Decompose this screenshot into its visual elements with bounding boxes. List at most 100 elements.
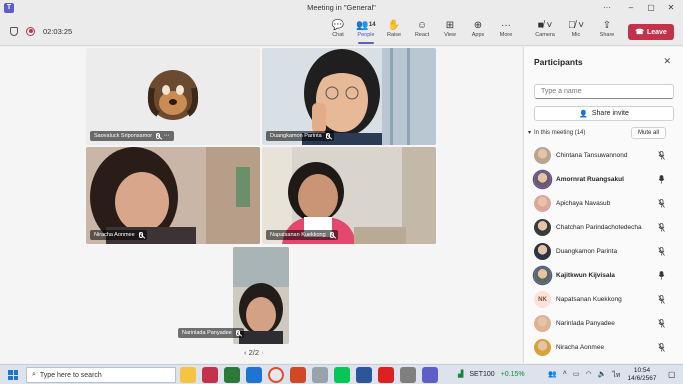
avatar	[534, 195, 551, 212]
mic-off-icon: 🎙̸ ˅	[567, 20, 585, 31]
pagination: ‹ 2/2 ›	[244, 348, 264, 357]
taskbar-search[interactable]: ⌕ Type here to search	[26, 367, 176, 383]
participant-tile[interactable]: Saovaluck Sriponsamor ···	[86, 48, 260, 145]
windows-taskbar: ⌕ Type here to search ▟ SET100 +0.15% 👥 …	[0, 364, 683, 384]
edge-icon[interactable]	[246, 367, 262, 383]
mic-off-icon[interactable]	[658, 151, 665, 160]
participant-row[interactable]: Kajitkwun Kijvisala	[524, 264, 683, 288]
more-icon: ···	[164, 133, 170, 139]
participant-tile[interactable]: Niracha Aonmee	[86, 147, 260, 244]
language-icon[interactable]: ไท	[612, 370, 620, 381]
app-icon[interactable]	[400, 367, 416, 383]
participant-row[interactable]: Apichaya Navasub	[524, 192, 683, 216]
avatar	[534, 339, 551, 356]
leave-button[interactable]: ☎ Leave	[628, 24, 674, 40]
raise-hand-icon: ✋	[387, 20, 401, 31]
view-button[interactable]: ⊞ View	[437, 19, 463, 43]
word-icon[interactable]	[356, 367, 372, 383]
mic-off-icon[interactable]	[658, 247, 665, 256]
close-icon[interactable]: ✕	[663, 56, 671, 67]
notification-icon[interactable]: ▢	[668, 370, 676, 379]
shield-icon[interactable]	[10, 26, 18, 36]
teams-icon[interactable]	[422, 367, 438, 383]
maximize-button[interactable]: ▢	[642, 2, 660, 14]
participant-row[interactable]: Chintana Tansuwannond	[524, 144, 683, 168]
mic-off-icon	[329, 232, 334, 238]
taskbar-apps	[180, 367, 438, 383]
camera-button[interactable]: ■̸ ˅ Camera	[530, 19, 560, 43]
participant-row[interactable]: Narinlada Panyadee	[524, 312, 683, 336]
share-button[interactable]: ⇪ Share	[594, 19, 620, 43]
window-title: Meeting in "General"	[307, 3, 376, 12]
share-invite-button[interactable]: 👤 Share invite	[534, 106, 674, 121]
panel-title: Participants	[534, 57, 583, 67]
apps-icon: ⊕	[473, 20, 483, 31]
wifi-icon[interactable]: ◠	[585, 370, 591, 381]
close-window-button[interactable]: ✕	[662, 2, 680, 14]
mic-off-icon[interactable]	[658, 223, 665, 232]
people-button[interactable]: 👥14 People	[353, 19, 379, 44]
video-stage: Saovaluck Sriponsamor ··· Duangkamon Par…	[0, 47, 522, 363]
participant-row[interactable]: Duangkamon Parinta	[524, 240, 683, 264]
more-options-icon[interactable]: ···	[598, 2, 616, 14]
search-icon: ⌕	[32, 371, 36, 378]
participant-name: Niracha Aonmee	[556, 344, 605, 351]
taskbar-clock[interactable]: 10:54 14/6/2567	[622, 367, 662, 383]
participant-tile[interactable]: Duangkamon Parinta	[262, 48, 436, 145]
participant-name-tag: Narinlada Panyadee	[178, 328, 244, 338]
chevron-up-icon[interactable]: ˄	[563, 370, 567, 381]
participant-name-tag: Saovaluck Sriponsamor ···	[90, 131, 174, 141]
mic-off-icon	[156, 133, 161, 139]
participant-row[interactable]: Chatchan Parindachotedecha	[524, 216, 683, 240]
powerpoint-icon[interactable]	[290, 367, 306, 383]
participant-name-tag: Duangkamon Parinta	[266, 131, 334, 141]
mic-off-icon	[138, 232, 143, 238]
mute-all-button[interactable]: Mute all	[631, 127, 666, 139]
participant-row[interactable]: Amornrat Ruangsakul	[524, 168, 683, 192]
participant-name: Napatsanan Kuekkong	[556, 296, 622, 303]
mic-button[interactable]: 🎙̸ ˅ Mic	[562, 19, 590, 43]
camera-off-icon: ■̸ ˅	[537, 20, 553, 31]
mic-off-icon[interactable]	[658, 343, 665, 352]
chevron-right-icon[interactable]: ›	[261, 348, 264, 357]
participant-row[interactable]: Niracha Aonmee	[524, 336, 683, 360]
chrome-icon[interactable]	[268, 367, 284, 383]
mic-off-icon[interactable]	[658, 295, 665, 304]
system-tray: 👥 ˄ ▭ ◠ 🔈 ไท	[548, 370, 620, 381]
battery-icon[interactable]: ▭	[573, 370, 580, 381]
avatar	[534, 171, 551, 188]
raise-hand-button[interactable]: ✋ Raise	[381, 19, 407, 43]
file-explorer-icon[interactable]	[180, 367, 196, 383]
participant-search-input[interactable]	[534, 84, 674, 99]
participant-name: Narinlada Panyadee	[556, 320, 615, 327]
react-icon: ☺	[416, 20, 428, 31]
minimize-button[interactable]: –	[622, 2, 640, 14]
app-icon[interactable]	[224, 367, 240, 383]
participant-name: Amornrat Ruangsakul	[556, 176, 624, 183]
acrobat-icon[interactable]	[378, 367, 394, 383]
title-bar: T Meeting in "General" ··· – ▢ ✕	[0, 0, 683, 16]
stock-widget[interactable]: ▟ SET100 +0.15%	[458, 370, 525, 379]
people-icon: 👥14	[356, 20, 376, 31]
in-meeting-group[interactable]: ▾ In this meeting (14)	[528, 129, 585, 137]
apps-button[interactable]: ⊕ Apps	[465, 19, 491, 43]
people-icon[interactable]: 👥	[548, 370, 557, 381]
chevron-left-icon[interactable]: ‹	[244, 348, 247, 357]
mic-icon[interactable]	[658, 175, 665, 184]
avatar	[534, 147, 551, 164]
mic-off-icon[interactable]	[658, 319, 665, 328]
mic-off-icon[interactable]	[658, 199, 665, 208]
line-icon[interactable]	[334, 367, 350, 383]
participant-name-tag: Napatsanan Kuekkong	[266, 230, 338, 240]
chat-button[interactable]: 💬 Chat	[325, 19, 351, 43]
participant-tile[interactable]: Napatsanan Kuekkong	[262, 147, 436, 244]
volume-icon[interactable]: 🔈	[598, 370, 607, 381]
avatar	[534, 219, 551, 236]
react-button[interactable]: ☺ React	[409, 19, 435, 43]
app-icon[interactable]	[312, 367, 328, 383]
more-button[interactable]: ··· More	[493, 19, 519, 43]
app-icon[interactable]	[202, 367, 218, 383]
mic-icon[interactable]	[658, 271, 665, 280]
participant-row[interactable]: NK Napatsanan Kuekkong	[524, 288, 683, 312]
windows-start-icon[interactable]	[8, 370, 18, 380]
